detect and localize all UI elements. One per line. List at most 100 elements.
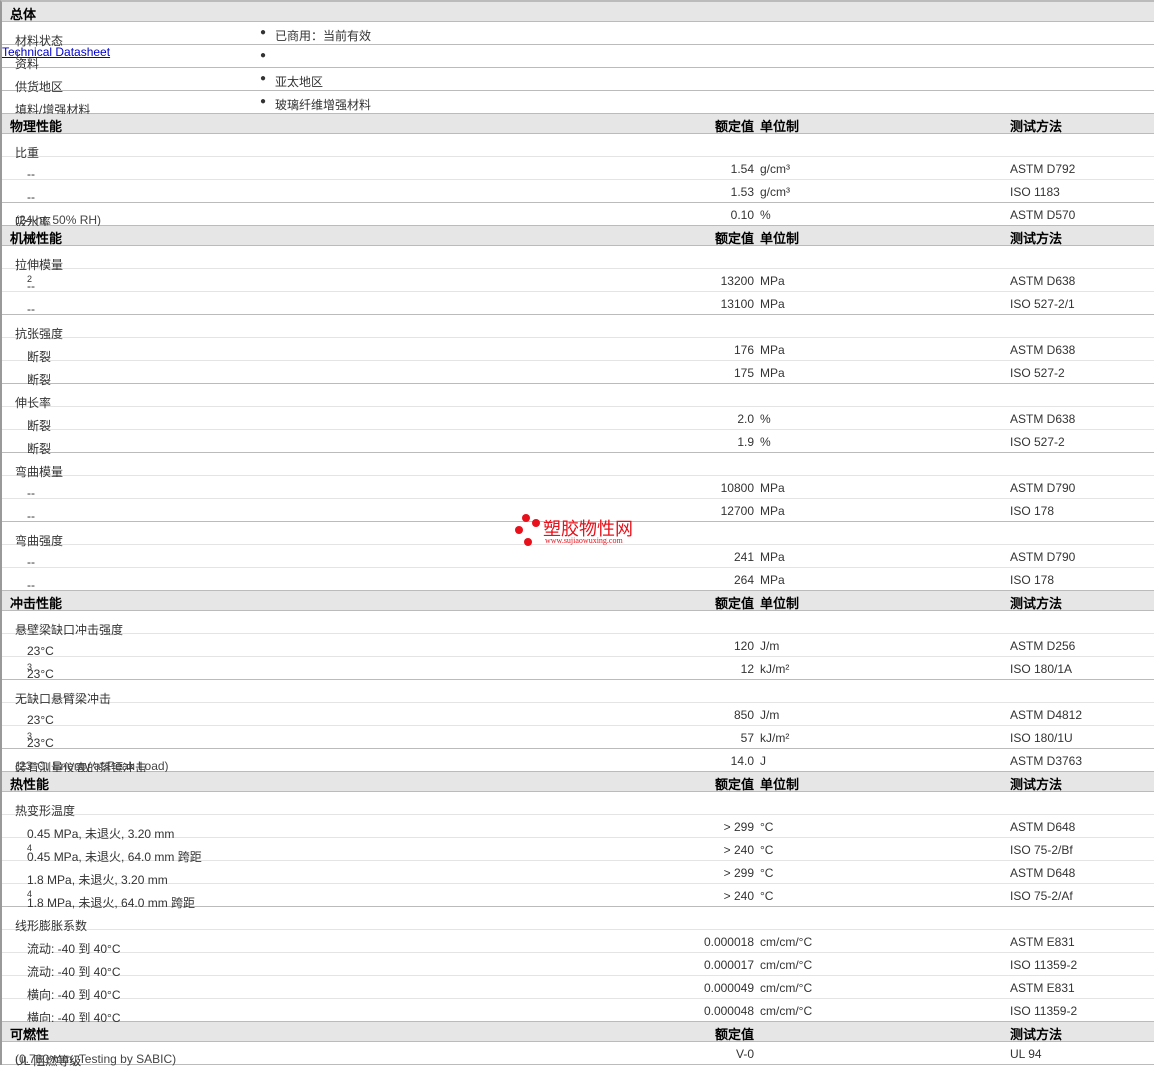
table-row: 23°C 120 J/m ASTM D256 <box>2 634 1154 658</box>
property-group-row: 无缺口悬臂梁冲击 <box>2 680 1154 706</box>
test-method: ASTM D790 <box>1010 481 1076 495</box>
unit: MPa <box>760 481 785 495</box>
test-method: ISO 527-2 <box>1010 435 1065 449</box>
unit: J <box>760 754 766 768</box>
test-method: ASTM D790 <box>1010 550 1076 564</box>
header-unit: 单位制 <box>760 777 800 792</box>
test-method: UL 94 <box>1010 1047 1042 1061</box>
unit: MPa <box>760 297 785 311</box>
value: 1.54 <box>730 162 754 176</box>
value: 176 <box>733 343 754 357</box>
unit: °C <box>760 820 774 834</box>
unit: °C <box>760 843 774 857</box>
value: V-0 <box>735 1047 754 1061</box>
property-group-row: 比重 <box>2 134 1154 160</box>
property-label: 23°C 3 <box>27 662 54 681</box>
header-method: 测试方法 <box>1010 596 1063 611</box>
unit: cm/cm/°C <box>760 1004 813 1018</box>
header-value: 额定值 <box>714 777 754 792</box>
test-method: ASTM E831 <box>1010 981 1075 995</box>
value: > 240 <box>723 889 754 903</box>
test-method: ISO 11359-2 <box>1010 958 1078 972</box>
section-title: 物理性能 <box>10 119 63 134</box>
table-row: 1.8 MPa, 未退火, 64.0 mm 跨距 4 > 240 °C ISO 75-… <box>2 884 1154 910</box>
value: 850 <box>733 708 754 722</box>
value: 0.10 <box>730 208 754 222</box>
property-label: 1.8 MPa, 未退火, 64.0 mm 跨距 4 <box>27 889 195 910</box>
test-method: ISO 1183 <box>1010 185 1060 199</box>
table-row: -- 2 13200 MPa ASTM D638 <box>2 269 1154 293</box>
value: 13200 <box>720 274 754 288</box>
value: 12700 <box>720 504 754 518</box>
unit: cm/cm/°C <box>760 935 813 949</box>
property-label: -- 2 <box>27 274 35 293</box>
table-row: 断裂 1.9% ISO 527-2 <box>2 430 1154 456</box>
general-value: 玻璃纤维增强材料 <box>275 98 372 112</box>
test-method: ISO 178 <box>1010 504 1055 518</box>
label-text: -- <box>27 190 35 204</box>
test-method: ISO 11359-2 <box>1010 1004 1078 1018</box>
label-condition: (0.780 mm, Testing by SABIC) <box>15 1052 177 1066</box>
bullet-icon: ● <box>260 27 267 38</box>
test-method: ASTM D570 <box>1010 208 1076 222</box>
table-row: 断裂 175 MPa ISO 527-2 <box>2 361 1154 387</box>
unit: kJ/m² <box>760 731 790 745</box>
unit: MPa <box>760 274 785 288</box>
section-title: 可燃性 <box>10 1027 50 1042</box>
section-title: 总体 <box>10 7 37 22</box>
general-row: 材料状态 ● 已商用：当前有效 <box>2 22 1154 48</box>
watermark-url: www.sujiaowuxing.com <box>545 536 623 545</box>
label-text: -- <box>27 509 35 523</box>
general-value: 亚太地区 <box>275 75 324 89</box>
section-title: 冲击性能 <box>10 596 63 611</box>
test-method: ISO 180/1U <box>1010 731 1073 745</box>
section-header: 总体 <box>2 2 1154 22</box>
general-row: 资料 1 ● Technical Datasheet <box>2 45 1154 71</box>
unit: MPa <box>760 343 785 357</box>
unit: °C <box>760 889 774 903</box>
unit: MPa <box>760 573 785 587</box>
table-row: -- 10800 MPa ASTM D790 <box>2 476 1154 500</box>
unit: cm/cm/°C <box>760 981 813 995</box>
section-title: 热性能 <box>10 777 50 792</box>
value: 0.000017 <box>703 958 754 972</box>
header-unit: 单位制 <box>760 119 800 134</box>
unit: g/cm³ <box>760 162 790 176</box>
value: 0.000049 <box>703 981 754 995</box>
label-text: -- <box>27 555 35 569</box>
property-group-row: 弯曲模量 <box>2 453 1154 479</box>
test-method: ISO 75-2/Bf <box>1010 843 1073 857</box>
header-unit: 单位制 <box>760 231 800 246</box>
table-row: 横向: -40 到 40°C 0.000048 cm/cm/°C ISO 11359-… <box>2 999 1154 1025</box>
unit: J/m <box>760 639 780 653</box>
table-row: 23°C 3 12 kJ/m² ISO 180/1A <box>2 657 1154 681</box>
value: 10800 <box>720 481 754 495</box>
watermark-logo: 塑胶物性网 www.sujiaowuxing.com <box>512 511 652 549</box>
table-row: 装有测量仪表的落镖冲击 (23°C, Energy at Peak Load) 1… <box>2 749 1154 775</box>
property-group-row: 悬壁梁缺口冲击强度 <box>2 611 1154 637</box>
header-method: 测试方法 <box>1010 119 1063 134</box>
value: 175 <box>733 366 754 380</box>
property-group-row: 伸长率 <box>2 384 1154 410</box>
header-value: 额定值 <box>714 596 754 611</box>
label-text: -- <box>27 279 35 293</box>
section-header: 物理性能 额定值 单位制 测试方法 <box>2 114 1154 134</box>
label-text: 23°C <box>27 736 54 750</box>
test-method: ASTM D638 <box>1010 274 1076 288</box>
section-header: 冲击性能 额定值 单位制 测试方法 <box>2 591 1154 611</box>
test-method: ASTM D638 <box>1010 343 1076 357</box>
value: 2.0 <box>737 412 754 426</box>
property-label: 0.45 MPa, 未退火, 64.0 mm 跨距 4 <box>27 843 202 864</box>
value: 1.53 <box>730 185 754 199</box>
property-group-row: 拉伸模量 <box>2 246 1154 272</box>
property-group-row: 线形膨胀系数 <box>2 907 1154 933</box>
unit: MPa <box>760 550 785 564</box>
unit: MPa <box>760 504 785 518</box>
label-condition: (23°C, Energy at Peak Load) <box>15 759 169 773</box>
value: > 240 <box>723 843 754 857</box>
general-value: 已商用：当前有效 <box>275 29 372 43</box>
test-method: ASTM D3763 <box>1010 754 1083 768</box>
test-method: ASTM D638 <box>1010 412 1076 426</box>
test-method: ISO 180/1A <box>1010 662 1073 676</box>
label-text: -- <box>27 167 35 181</box>
